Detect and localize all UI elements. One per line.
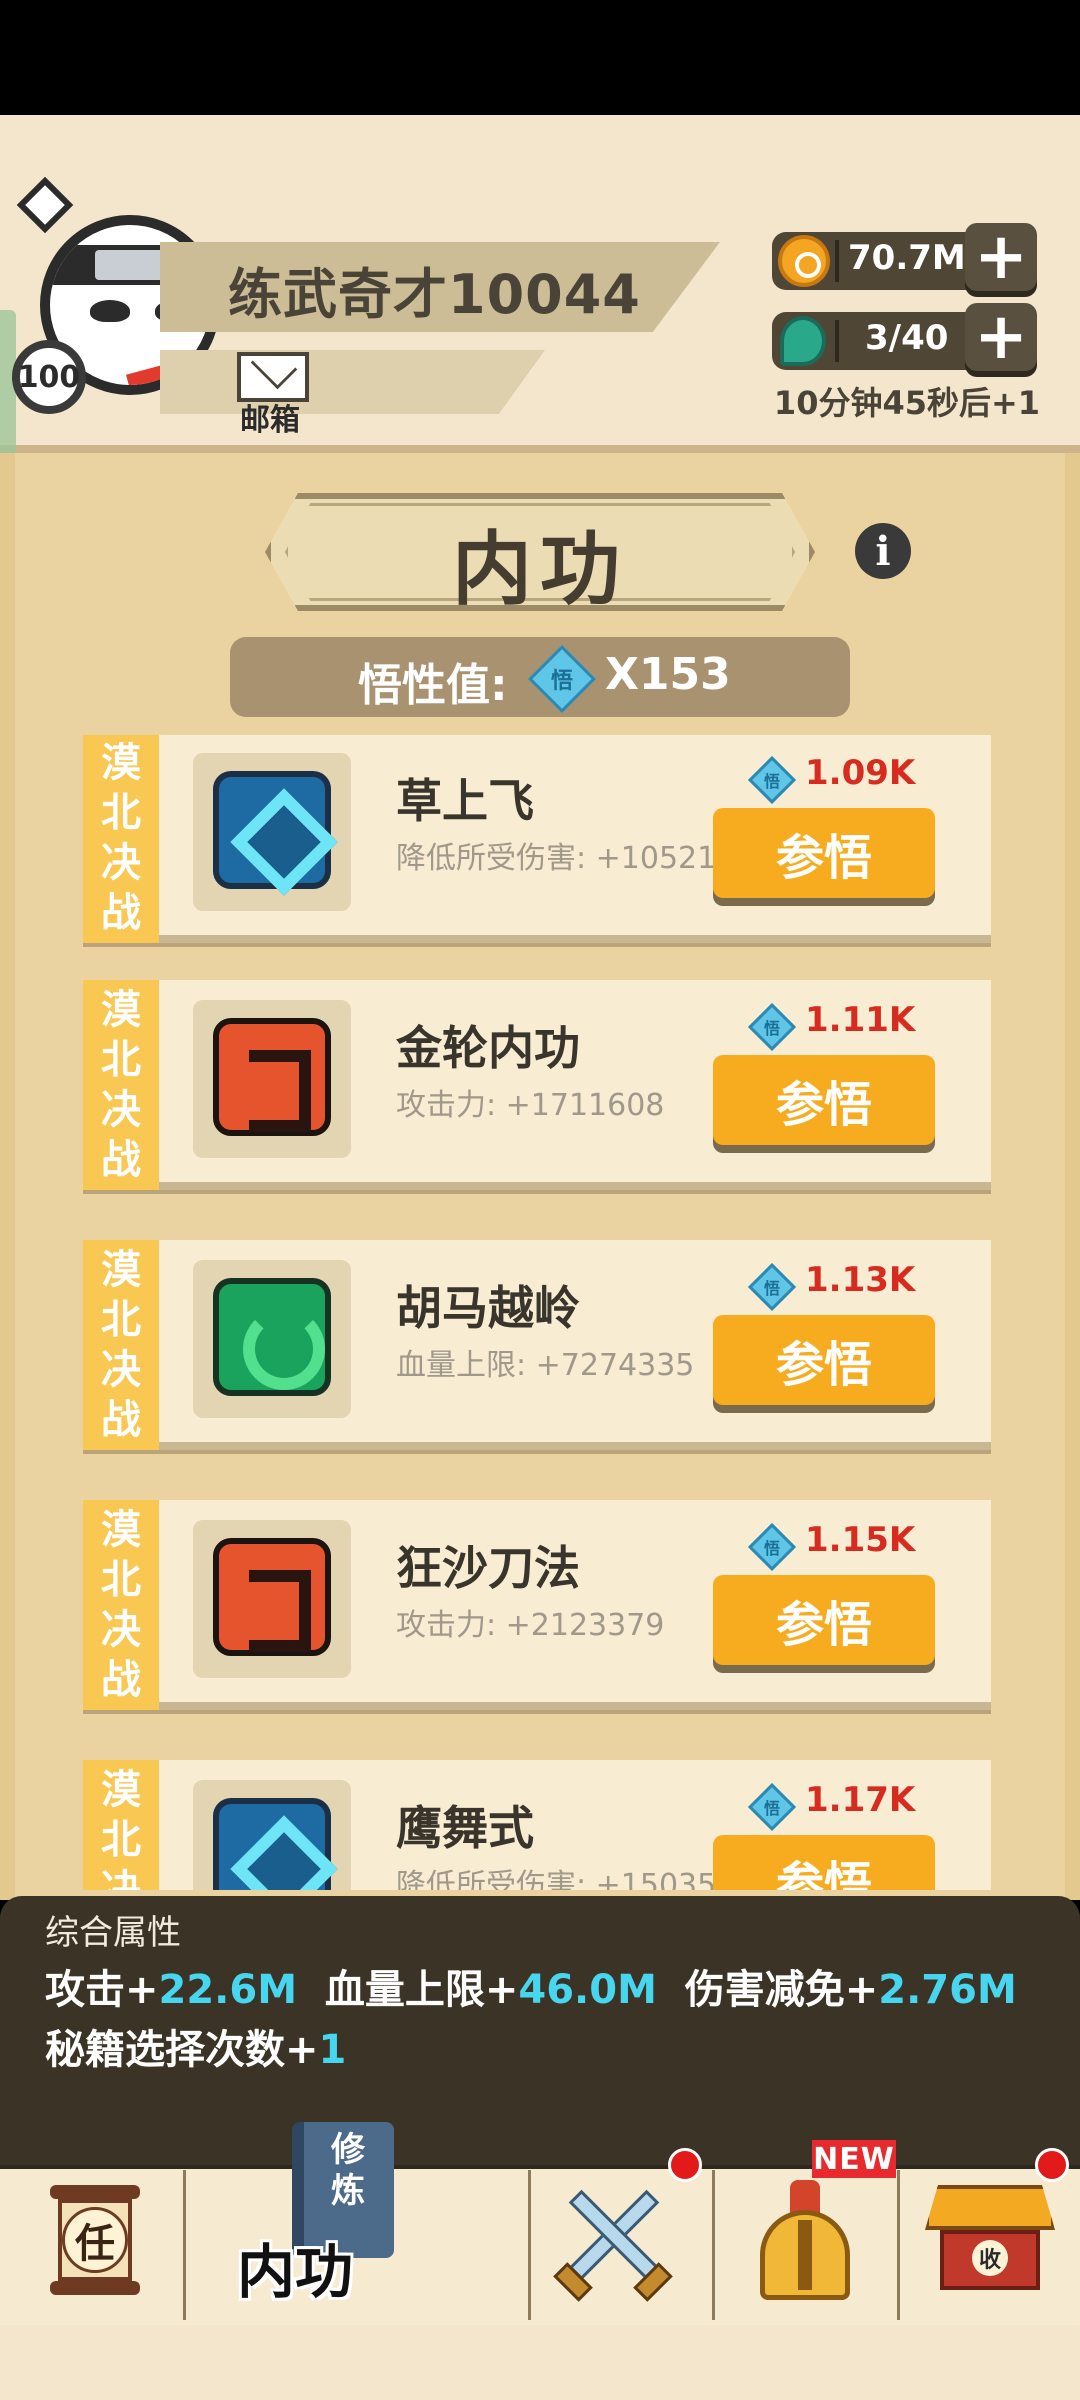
skill-effect: 血量上限: +7274335	[396, 1348, 695, 1383]
regen-timer: 10分钟45秒后+1	[773, 384, 1041, 422]
header-divider	[0, 445, 1080, 453]
study-button[interactable]: 参悟	[713, 808, 935, 898]
study-button[interactable]: 参悟	[713, 1835, 935, 1890]
collect-house-icon[interactable]: 收	[925, 2185, 1055, 2295]
skill-card: 漠北决战 鹰舞式 降低所受伤害: +1503534 1.17K 参悟	[83, 1760, 991, 1890]
skill-card: 漠北决战 草上飞 降低所受伤害: +1052181 1.09K 参悟	[83, 735, 991, 943]
bottom-nav	[0, 2165, 1080, 2325]
skill-effect: 降低所受伤害: +1503534	[396, 1868, 755, 1890]
coin-icon	[778, 235, 830, 287]
add-stamina-button[interactable]: +	[965, 303, 1037, 371]
red-spiral-icon	[213, 1538, 331, 1656]
new-badge: NEW	[812, 2140, 896, 2178]
skill-effect: 攻击力: +1711608	[396, 1088, 665, 1123]
cost-diamond-icon	[747, 1522, 797, 1572]
skill-card: 漠北决战 金轮内功 攻击力: +1711608 1.11K 参悟	[83, 980, 991, 1190]
level-badge: 100	[12, 340, 86, 414]
study-button[interactable]: 参悟	[713, 1315, 935, 1405]
skill-name: 胡马越岭	[396, 1281, 580, 1335]
skill-name: 金轮内功	[396, 1021, 580, 1075]
skill-tag: 漠北决战	[83, 980, 159, 1190]
skill-card: 漠北决战 狂沙刀法 攻击力: +2123379 1.15K 参悟	[83, 1500, 991, 1710]
skill-tag: 漠北决战	[83, 1760, 159, 1890]
skill-name: 草上飞	[396, 774, 534, 828]
skill-cost: 1.15K	[805, 1520, 916, 1560]
cost-diamond-icon	[747, 1782, 797, 1832]
stats-line-2: 秘籍选择次数+1	[45, 2027, 347, 2073]
task-scroll-icon[interactable]: 任	[50, 2185, 140, 2295]
skill-card: 漠北决战 胡马越岭 血量上限: +7274335 1.13K 参悟	[83, 1240, 991, 1450]
cost-diamond-icon	[747, 1002, 797, 1052]
green-swirl-icon	[213, 1278, 331, 1396]
skill-tag: 漠北决战	[83, 735, 159, 943]
skill-cost: 1.17K	[805, 1780, 916, 1820]
insight-label: 悟性值:	[358, 660, 508, 711]
insight-value: X153	[605, 649, 731, 700]
skill-cost: 1.09K	[805, 753, 916, 793]
stats-title: 综合属性	[45, 1913, 181, 1953]
helmet-icon[interactable]	[755, 2180, 855, 2300]
study-button[interactable]: 参悟	[713, 1055, 935, 1145]
gem-icon	[780, 316, 826, 366]
cost-diamond-icon	[747, 1262, 797, 1312]
skill-tag: 漠北决战	[83, 1500, 159, 1710]
skill-cost: 1.13K	[805, 1260, 916, 1300]
skill-tag: 漠北决战	[83, 1240, 159, 1450]
info-icon[interactable]: i	[855, 523, 911, 579]
mail-ribbon	[160, 350, 545, 414]
skill-name: 狂沙刀法	[396, 1541, 580, 1595]
player-name: 练武奇才10044	[228, 263, 641, 326]
skill-list[interactable]: 漠北决战 草上飞 降低所受伤害: +1052181 1.09K 参悟 漠北决战 …	[0, 735, 1080, 1890]
study-button[interactable]: 参悟	[713, 1575, 935, 1665]
crossed-swords-icon[interactable]	[553, 2180, 673, 2302]
skill-effect: 攻击力: +2123379	[396, 1608, 665, 1643]
cost-diamond-icon	[747, 755, 797, 805]
skill-cost: 1.11K	[805, 1000, 916, 1040]
status-bar	[0, 0, 1080, 115]
blue-diamond-icon	[213, 771, 331, 889]
add-gold-button[interactable]: +	[965, 223, 1037, 291]
skill-name: 鹰舞式	[396, 1801, 534, 1855]
nav-tab-neigong[interactable]: 内功	[185, 2225, 405, 2309]
skill-effect: 降低所受伤害: +1052181	[396, 841, 755, 876]
notification-dot	[1035, 2148, 1069, 2182]
mail-button-label[interactable]: 邮箱	[240, 395, 300, 439]
page-title: 内功	[452, 523, 628, 616]
stats-line-1: 攻击+22.6M 血量上限+46.0M 伤害减免+2.76M	[45, 1967, 1017, 2013]
blue-diamond-icon	[213, 1798, 331, 1890]
red-spiral-icon	[213, 1018, 331, 1136]
notification-dot	[668, 2148, 702, 2182]
